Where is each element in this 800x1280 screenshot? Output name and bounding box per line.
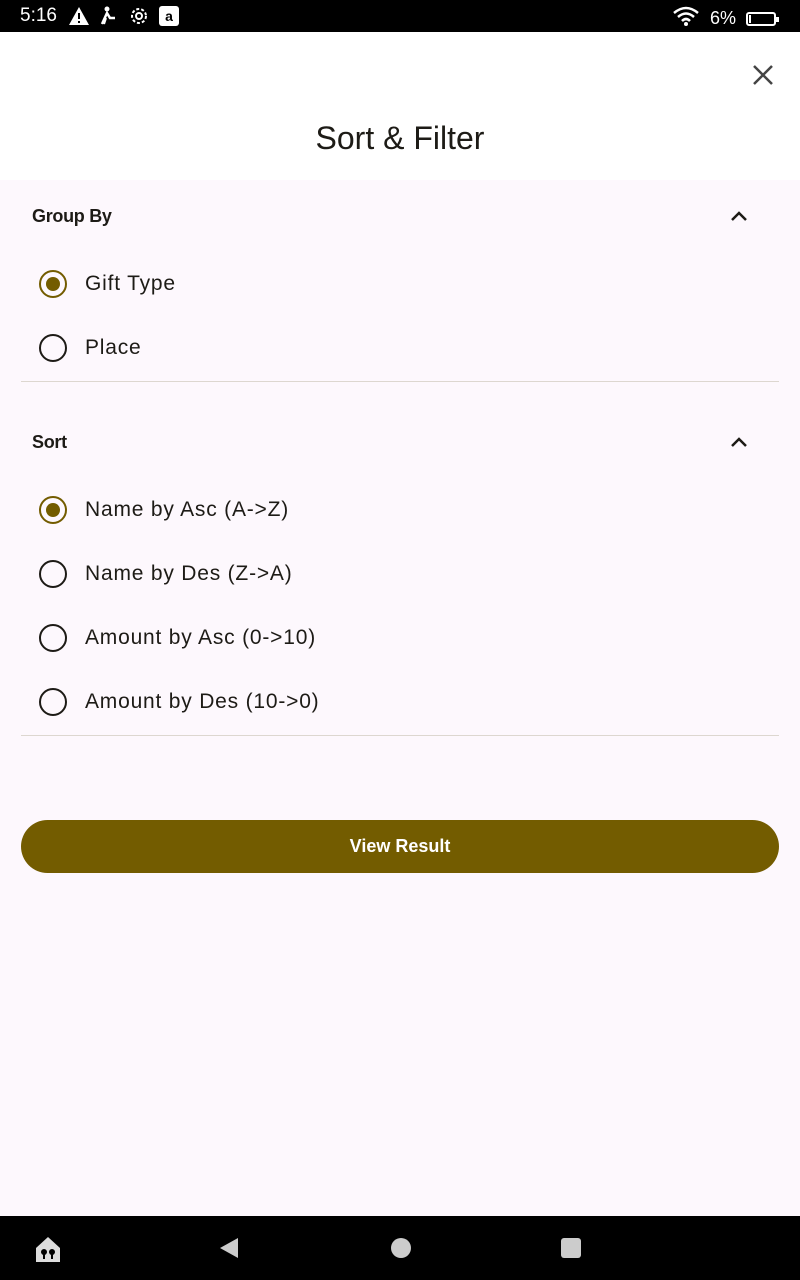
radio-option-place[interactable]: Place bbox=[21, 316, 779, 380]
sort-title: Sort bbox=[32, 432, 67, 452]
radio-option-name-asc[interactable]: Name by Asc (A->Z) bbox=[21, 478, 779, 542]
divider bbox=[21, 381, 779, 382]
home-launcher-button[interactable] bbox=[33, 1234, 63, 1269]
close-icon bbox=[753, 65, 773, 85]
svg-text:a: a bbox=[165, 8, 173, 24]
radio-option-amount-des[interactable]: Amount by Des (10->0) bbox=[21, 670, 779, 734]
divider bbox=[21, 735, 779, 736]
sheet-header: Sort & Filter bbox=[0, 32, 800, 180]
view-result-button[interactable]: View Result bbox=[21, 820, 779, 873]
radio-button[interactable] bbox=[39, 334, 67, 362]
option-label: Name by Asc (A->Z) bbox=[85, 498, 290, 521]
home-icon bbox=[36, 1237, 60, 1262]
home-button[interactable] bbox=[390, 1236, 412, 1265]
radio-button[interactable] bbox=[39, 496, 67, 524]
warning-icon bbox=[68, 6, 90, 26]
settings-icon bbox=[128, 6, 150, 26]
battery-percent: 6% bbox=[709, 8, 736, 28]
notification-icons: a bbox=[68, 6, 180, 26]
radio-button[interactable] bbox=[39, 624, 67, 652]
option-label: Name by Des (Z->A) bbox=[85, 562, 293, 585]
option-label: Gift Type bbox=[85, 272, 176, 295]
option-label: Amount by Des (10->0) bbox=[85, 690, 320, 713]
sort-header[interactable]: Sort bbox=[21, 412, 779, 472]
battery-level bbox=[749, 14, 751, 23]
group-by-section: Group By Gift Type Place bbox=[21, 186, 779, 382]
radio-button[interactable] bbox=[39, 270, 67, 298]
recents-button[interactable] bbox=[560, 1236, 582, 1265]
wifi-icon bbox=[672, 5, 700, 32]
option-label: Amount by Asc (0->10) bbox=[85, 626, 316, 649]
sort-section: Sort Name by Asc (A->Z) Name by Des (Z->… bbox=[21, 412, 779, 736]
group-by-title: Group By bbox=[32, 206, 112, 226]
option-label: Place bbox=[85, 336, 142, 359]
circle-icon bbox=[391, 1238, 411, 1258]
group-by-header[interactable]: Group By bbox=[21, 186, 779, 246]
radio-option-gift-type[interactable]: Gift Type bbox=[21, 252, 779, 316]
status-bar: 5:16 a 6% bbox=[0, 0, 800, 32]
square-icon bbox=[561, 1238, 581, 1258]
back-icon bbox=[220, 1238, 238, 1258]
amazon-icon: a bbox=[158, 6, 180, 26]
back-button[interactable] bbox=[218, 1236, 240, 1265]
page-title: Sort & Filter bbox=[315, 120, 485, 156]
chevron-up-icon bbox=[731, 437, 747, 447]
radio-button[interactable] bbox=[39, 688, 67, 716]
radio-button[interactable] bbox=[39, 560, 67, 588]
battery-icon bbox=[746, 11, 779, 26]
radio-option-amount-asc[interactable]: Amount by Asc (0->10) bbox=[21, 606, 779, 670]
navigation-bar bbox=[0, 1216, 800, 1280]
status-time: 5:16 bbox=[20, 5, 57, 26]
chevron-up-icon bbox=[731, 211, 747, 221]
status-right: 6% bbox=[672, 5, 779, 32]
accessibility-icon bbox=[98, 6, 120, 26]
radio-option-name-des[interactable]: Name by Des (Z->A) bbox=[21, 542, 779, 606]
close-button[interactable] bbox=[748, 60, 778, 90]
